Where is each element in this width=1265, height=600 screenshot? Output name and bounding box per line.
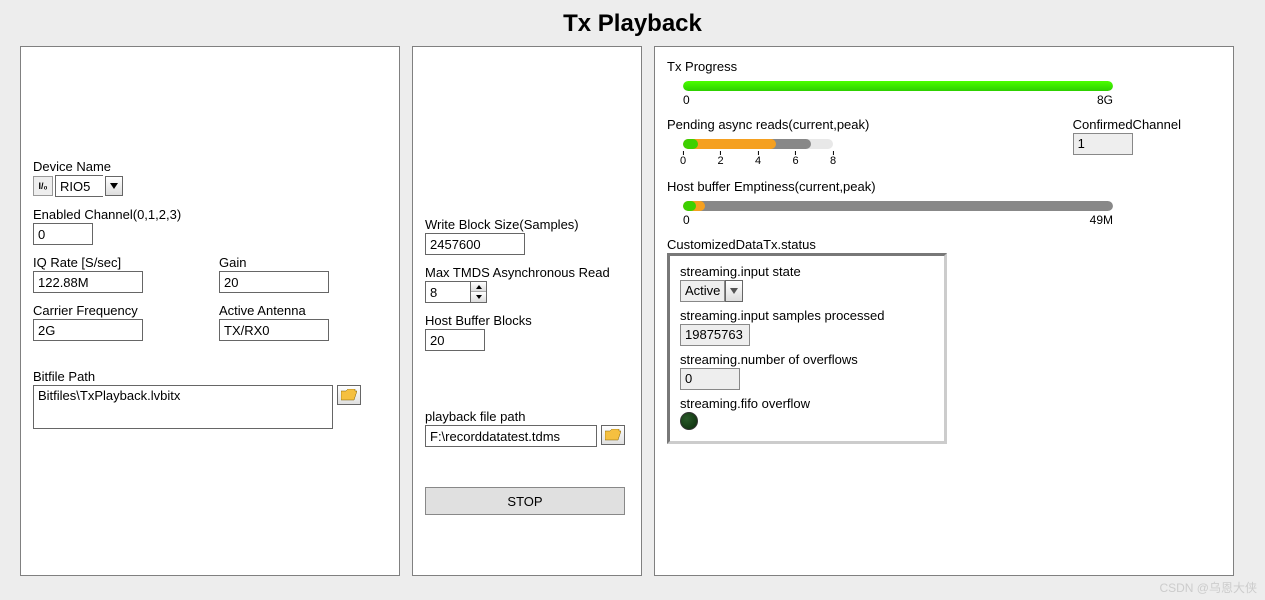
gain-input[interactable] (219, 271, 329, 293)
chevron-down-icon (110, 183, 118, 189)
playback-path-label: playback file path (425, 409, 629, 424)
chevron-down-icon (476, 295, 482, 299)
iq-rate-label: IQ Rate [S/sec] (33, 255, 201, 270)
input-state-value: Active (680, 280, 725, 302)
confirmed-channel-value: 1 (1073, 133, 1133, 155)
overflows-label: streaming.number of overflows (680, 352, 934, 367)
max-tdms-label: Max TMDS Asynchronous Read (425, 265, 629, 280)
iq-rate-input[interactable] (33, 271, 143, 293)
input-state-label: streaming.input state (680, 264, 934, 279)
device-name-input[interactable] (55, 175, 103, 197)
tx-progress-max: 8G (1097, 93, 1113, 107)
active-antenna-input[interactable] (219, 319, 329, 341)
folder-icon (341, 389, 357, 401)
enabled-channel-input[interactable] (33, 223, 93, 245)
buffer-panel: Write Block Size(Samples) Max TMDS Async… (412, 46, 642, 576)
tx-progress-min: 0 (683, 93, 690, 107)
pending-ticks: 0 2 4 6 8 (683, 151, 833, 169)
page-title: Tx Playback (0, 0, 1265, 46)
samples-processed-value: 19875763 (680, 324, 750, 346)
samples-processed-label: streaming.input samples processed (680, 308, 934, 323)
host-emptiness-min: 0 (683, 213, 690, 227)
stop-button[interactable]: STOP (425, 487, 625, 515)
tx-progress-bar (683, 81, 1113, 91)
playback-browse-button[interactable] (601, 425, 625, 445)
enabled-channel-label: Enabled Channel(0,1,2,3) (33, 207, 387, 222)
active-antenna-label: Active Antenna (219, 303, 387, 318)
host-buffer-label: Host Buffer Blocks (425, 313, 629, 328)
config-panel: Device Name I/₀ Enabled Channel(0,1,2,3)… (20, 46, 400, 576)
device-name-label: Device Name (33, 159, 387, 174)
overflows-value: 0 (680, 368, 740, 390)
pending-reads-bar (683, 139, 833, 149)
playback-path-input[interactable] (425, 425, 597, 447)
pending-reads-label: Pending async reads(current,peak) (667, 117, 897, 132)
write-block-label: Write Block Size(Samples) (425, 217, 629, 232)
status-title: CustomizedDataTx.status (667, 237, 1221, 252)
max-tdms-input[interactable] (425, 281, 471, 303)
host-emptiness-max: 49M (1090, 213, 1113, 227)
status-cluster: streaming.input state Active streaming.i… (667, 253, 947, 444)
max-tdms-spinner[interactable] (471, 281, 487, 303)
carrier-freq-label: Carrier Frequency (33, 303, 201, 318)
watermark: CSDN @乌恩大侠 (1159, 579, 1257, 596)
io-icon: I/₀ (33, 176, 53, 196)
host-emptiness-label: Host buffer Emptiness(current,peak) (667, 179, 1221, 194)
panels-container: Device Name I/₀ Enabled Channel(0,1,2,3)… (0, 46, 1265, 576)
fifo-overflow-label: streaming.fifo overflow (680, 396, 934, 411)
bitfile-label: Bitfile Path (33, 369, 387, 384)
carrier-freq-input[interactable] (33, 319, 143, 341)
host-buffer-input[interactable] (425, 329, 485, 351)
write-block-input[interactable] (425, 233, 525, 255)
bitfile-browse-button[interactable] (337, 385, 361, 405)
gain-label: Gain (219, 255, 387, 270)
bitfile-path-input[interactable]: Bitfiles\TxPlayback.lvbitx (33, 385, 333, 429)
device-dropdown-button[interactable] (105, 176, 123, 196)
chevron-down-icon (730, 288, 738, 294)
folder-icon (605, 429, 621, 441)
confirmed-channel-label: ConfirmedChannel (1073, 117, 1181, 132)
fifo-overflow-led (680, 412, 698, 430)
tx-progress-label: Tx Progress (667, 59, 1221, 74)
status-panel: Tx Progress 0 8G Pending async reads(cur… (654, 46, 1234, 576)
input-state-dropdown[interactable] (725, 280, 743, 302)
host-emptiness-bar (683, 201, 1113, 211)
chevron-up-icon (476, 285, 482, 289)
